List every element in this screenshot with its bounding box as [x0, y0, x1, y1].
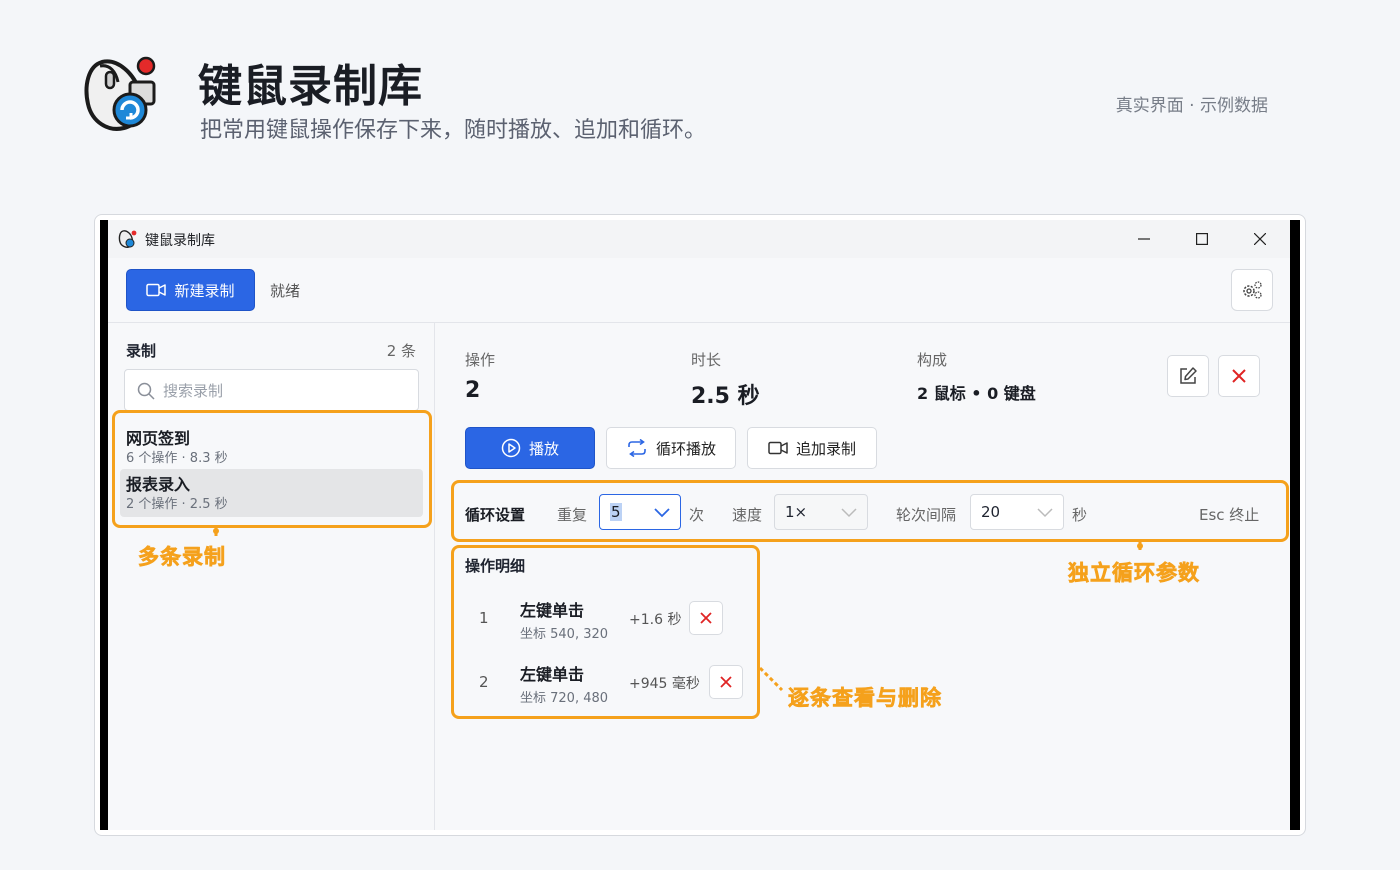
stat-duration-label: 时长 [691, 351, 722, 369]
settings-button[interactable] [1231, 269, 1273, 311]
callout-multi-record: 多条录制 [138, 545, 226, 570]
recordings-sidebar: 录制 2 条 网页签到 6 个操作 · 8.3 秒 报表录入 2 个操作 · 2… [108, 323, 435, 830]
minimize-icon [1138, 238, 1150, 240]
highlight-loop-settings [451, 480, 1289, 542]
stat-duration: 时长 2.5 秒 [691, 349, 760, 410]
delete-recording-button[interactable] [1218, 355, 1260, 397]
minimize-button[interactable] [1115, 220, 1173, 258]
play-button[interactable]: 播放 [465, 427, 595, 469]
play-icon [501, 438, 521, 458]
append-record-button[interactable]: 追加录制 [747, 427, 877, 469]
play-label: 播放 [528, 439, 559, 458]
search-input[interactable] [163, 378, 413, 404]
highlight-recordings [112, 410, 432, 528]
search-box[interactable] [124, 369, 419, 411]
stat-composition-value: 2 鼠标 • 0 键盘 [917, 384, 1036, 403]
loop-play-label: 循环播放 [655, 439, 716, 458]
hero-title: 键鼠录制库 [198, 61, 423, 112]
maximize-button[interactable] [1173, 220, 1231, 258]
hero-subtitle: 把常用键鼠操作保存下来，随时播放、追加和循环。 [200, 118, 707, 143]
hero-tag: 真实界面 · 示例数据 [1115, 96, 1268, 116]
gears-icon [1243, 281, 1262, 299]
delete-x-icon [1232, 369, 1246, 383]
stat-ops-value: 2 [465, 378, 481, 403]
new-recording-button[interactable]: 新建录制 [126, 269, 255, 311]
callout-view-delete: 逐条查看与删除 [788, 686, 942, 711]
video-camera-icon [768, 441, 788, 455]
highlight-ops [451, 545, 760, 719]
app-icon [118, 230, 137, 248]
video-camera-icon [146, 283, 167, 297]
close-icon [1254, 233, 1266, 245]
loop-play-button[interactable]: 循环播放 [606, 427, 736, 469]
repeat-icon [628, 439, 646, 457]
maximize-icon [1196, 233, 1208, 245]
stat-ops: 操作 2 [465, 349, 495, 403]
edit-button[interactable] [1167, 355, 1209, 397]
new-recording-label: 新建录制 [174, 281, 235, 300]
callout-loop-params: 独立循环参数 [1068, 561, 1200, 586]
sidebar-heading: 录制 [126, 342, 157, 360]
status-text: 就绪 [270, 282, 301, 300]
search-icon [137, 382, 155, 400]
stat-ops-label: 操作 [465, 351, 496, 369]
append-record-label: 追加录制 [795, 439, 856, 458]
stat-composition: 构成 2 鼠标 • 0 键盘 [917, 349, 1036, 404]
window-title: 键鼠录制库 [145, 233, 215, 249]
stat-composition-label: 构成 [917, 351, 948, 369]
edit-icon [1180, 367, 1197, 384]
toolbar: 新建录制 就绪 [108, 258, 1290, 323]
window-close-button[interactable] [1231, 220, 1289, 258]
title-bar: 键鼠录制库 [108, 220, 1290, 258]
recording-count: 2 条 [386, 342, 416, 360]
app-logo-icon [84, 56, 156, 131]
stat-duration-value: 2.5 秒 [691, 384, 760, 409]
